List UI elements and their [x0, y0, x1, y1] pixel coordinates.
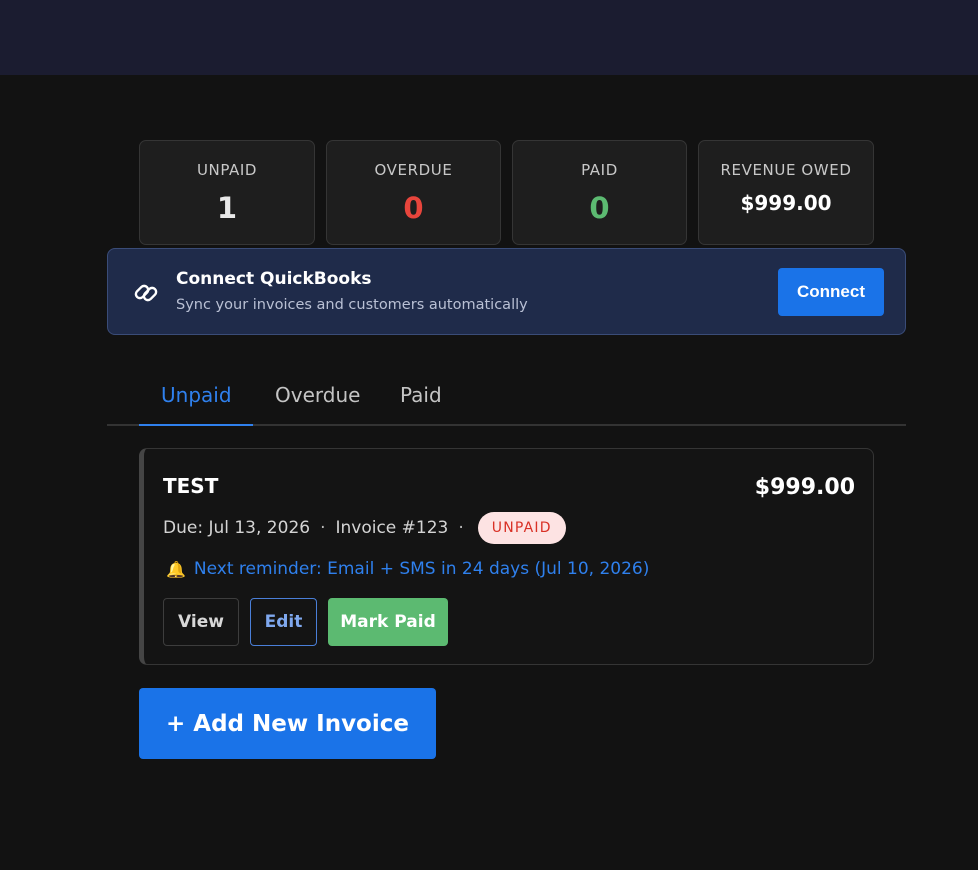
mark-paid-button[interactable]: Mark Paid — [328, 598, 448, 646]
link-icon — [132, 279, 160, 307]
stat-card-revenue-owed: REVENUE OWED $999.00 — [698, 140, 874, 245]
stat-card-overdue: OVERDUE 0 — [326, 140, 501, 245]
tab-paid[interactable]: Paid — [400, 383, 442, 407]
view-button[interactable]: View — [163, 598, 239, 646]
tab-overdue[interactable]: Overdue — [275, 383, 360, 407]
connect-button[interactable]: Connect — [778, 268, 884, 316]
invoice-meta: Due: Jul 13, 2026 · Invoice #123 · UNPAI… — [163, 511, 566, 545]
quickbooks-connect-banner: Connect QuickBooks Sync your invoices an… — [107, 248, 906, 335]
stat-label: PAID — [581, 161, 618, 179]
invoice-number: Invoice #123 — [335, 518, 449, 538]
separator-dot: · — [458, 518, 464, 538]
separator-dot: · — [320, 518, 326, 538]
quickbooks-subtitle: Sync your invoices and customers automat… — [176, 297, 528, 313]
invoice-amount: $999.00 — [754, 475, 855, 500]
active-tab-indicator — [139, 424, 253, 426]
stat-label: REVENUE OWED — [720, 161, 852, 179]
invoice-due-date: Due: Jul 13, 2026 — [163, 518, 311, 538]
stat-label: OVERDUE — [374, 161, 453, 179]
stat-value: $999.00 — [740, 191, 832, 215]
bell-icon: 🔔 — [166, 559, 186, 579]
stat-value: 1 — [216, 191, 238, 225]
invoice-title: TEST — [163, 474, 219, 498]
stat-card-paid: PAID 0 — [512, 140, 687, 245]
tab-unpaid[interactable]: Unpaid — [161, 383, 232, 407]
top-header-bar — [0, 0, 978, 75]
stat-value: 0 — [589, 191, 610, 225]
invoice-card: TEST $999.00 Due: Jul 13, 2026 · Invoice… — [139, 448, 874, 665]
status-badge: UNPAID — [477, 512, 566, 544]
stat-value: 0 — [403, 191, 424, 225]
add-new-invoice-button[interactable]: + Add New Invoice — [139, 688, 436, 759]
next-reminder-text: Next reminder: Email + SMS in 24 days (J… — [193, 559, 650, 579]
stat-card-unpaid: UNPAID 1 — [139, 140, 315, 245]
next-reminder: 🔔 Next reminder: Email + SMS in 24 days … — [166, 559, 649, 579]
quickbooks-title: Connect QuickBooks — [176, 269, 372, 289]
stat-label: UNPAID — [196, 161, 258, 179]
edit-button[interactable]: Edit — [250, 598, 317, 646]
